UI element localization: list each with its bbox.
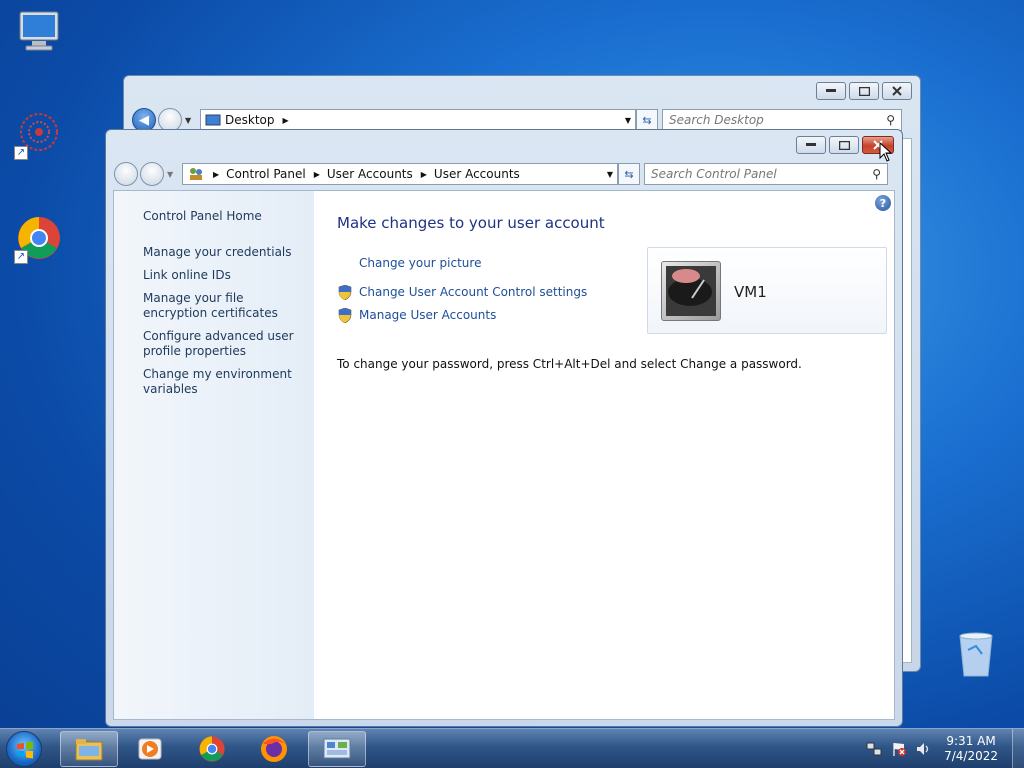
system-clock[interactable]: 9:31 AM 7/4/2022 [944,734,998,764]
arrow-left-icon: ◀ [139,112,149,128]
avatar[interactable] [661,261,721,321]
computer-desktop-icon[interactable] [14,8,64,58]
taskbar-media-player[interactable] [121,731,179,767]
folder-icon [75,739,103,761]
windows-logo-icon [17,741,33,759]
chevron-right-icon[interactable]: ▶ [314,170,320,179]
taskbar-firefox[interactable] [245,731,303,767]
shortcut-arrow-icon: ↗ [14,250,28,264]
show-desktop-button[interactable] [1012,729,1024,768]
chevron-right-icon[interactable]: ▶ [283,116,289,125]
minimize-button[interactable] [816,82,846,100]
back-button[interactable] [114,162,138,186]
refresh-icon: ⇆ [624,167,634,181]
close-button[interactable] [882,82,912,100]
desktop-icon [205,114,221,126]
recycle-bin-icon [959,632,993,677]
mouse-cursor-icon [879,142,893,162]
volume-icon[interactable] [915,741,931,757]
refresh-button[interactable]: ⇆ [636,109,658,131]
address-dropdown-icon[interactable]: ▼ [607,170,613,179]
control-panel-home-link[interactable]: Control Panel Home [143,209,308,224]
taskbar-chrome[interactable] [183,731,241,767]
address-dropdown-icon[interactable]: ▼ [625,116,631,125]
address-bar[interactable]: ▶ Control Panel ▶ User Accounts ▶ User A… [182,163,618,185]
uac-shield-icon [338,285,352,300]
close-icon [892,86,902,96]
shortcut-arrow-icon: ↗ [14,146,28,160]
manage-credentials-link[interactable]: Manage your credentials [143,245,308,260]
password-instructions: To change your password, press Ctrl+Alt+… [337,357,802,371]
user-name: VM1 [734,283,767,301]
start-button[interactable] [6,731,42,767]
window-content: Control Panel Home Manage your credentia… [113,190,895,720]
maximize-button[interactable] [849,82,879,100]
search-placeholder: Search Desktop [669,113,764,127]
breadcrumb-control-panel[interactable]: Control Panel [226,167,306,181]
network-icon[interactable] [866,741,882,757]
forward-button[interactable] [140,162,164,186]
control-panel-icon [190,168,202,180]
manage-user-accounts-link[interactable]: Manage User Accounts [359,308,496,322]
user-account-tile: VM1 [647,247,887,334]
action-center-flag-icon[interactable] [891,741,907,757]
taskbar-explorer[interactable] [60,731,118,767]
uac-shield-icon [338,308,352,323]
refresh-icon: ⇆ [642,113,652,127]
search-placeholder: Search Control Panel [651,167,777,181]
user-accounts-window[interactable]: ▼ ▶ Control Panel ▶ User Accounts ▶ User… [105,129,903,727]
clock-date: 7/4/2022 [944,749,998,763]
refresh-button[interactable]: ⇆ [618,163,640,185]
control-panel-icon [323,738,351,759]
taskbar: 9:31 AM 7/4/2022 [0,728,1024,768]
clock-time: 9:31 AM [946,734,996,748]
taskbar-control-panel[interactable] [308,731,366,767]
chrome-desktop-icon[interactable]: ↗ [14,214,64,264]
back-search-box[interactable]: Search Desktop ⚲ [662,109,902,131]
nav-buttons: ▼ [114,162,182,186]
help-icon[interactable]: ? [875,195,891,211]
recycle-bin-desktop-icon[interactable] [956,630,996,680]
app-shortcut-desktop-icon[interactable]: ↗ [14,110,64,160]
monitor-icon [19,11,59,51]
search-box[interactable]: Search Control Panel ⚲ [644,163,888,185]
file-encryption-certificates-link[interactable]: Manage your file encryption certificates [143,291,308,321]
media-player-icon [138,738,162,760]
left-navigation-pane: Control Panel Home Manage your credentia… [114,191,314,719]
link-online-ids-link[interactable]: Link online IDs [143,268,308,283]
change-uac-settings-link[interactable]: Change User Account Control settings [359,285,587,299]
breadcrumb-user-accounts-current[interactable]: User Accounts [434,167,520,181]
chevron-right-icon[interactable]: ▶ [421,170,427,179]
firefox-icon [261,736,287,762]
turntable-picture-icon [666,266,716,316]
recent-pages-dropdown[interactable]: ▼ [167,170,173,179]
search-icon: ⚲ [872,167,881,181]
search-icon: ⚲ [886,113,895,127]
maximize-button[interactable] [829,136,859,154]
minimize-button[interactable] [796,136,826,154]
breadcrumb-user-accounts[interactable]: User Accounts [327,167,413,181]
back-address-bar[interactable]: Desktop ▶ ▼ [200,109,636,131]
advanced-profile-properties-link[interactable]: Configure advanced user profile properti… [143,329,308,359]
chrome-icon [199,736,225,762]
recent-pages-dropdown[interactable]: ▼ [185,116,191,125]
address-item[interactable]: Desktop [225,113,275,127]
environment-variables-link[interactable]: Change my environment variables [143,367,308,397]
address-row: ▼ ▶ Control Panel ▶ User Accounts ▶ User… [114,162,894,186]
back-window-caption-buttons [816,82,912,100]
change-picture-link[interactable]: Change your picture [359,256,481,270]
main-pane: ? Make changes to your user account Chan… [314,191,894,719]
chevron-right-icon[interactable]: ▶ [213,170,219,179]
page-title: Make changes to your user account [337,214,605,232]
